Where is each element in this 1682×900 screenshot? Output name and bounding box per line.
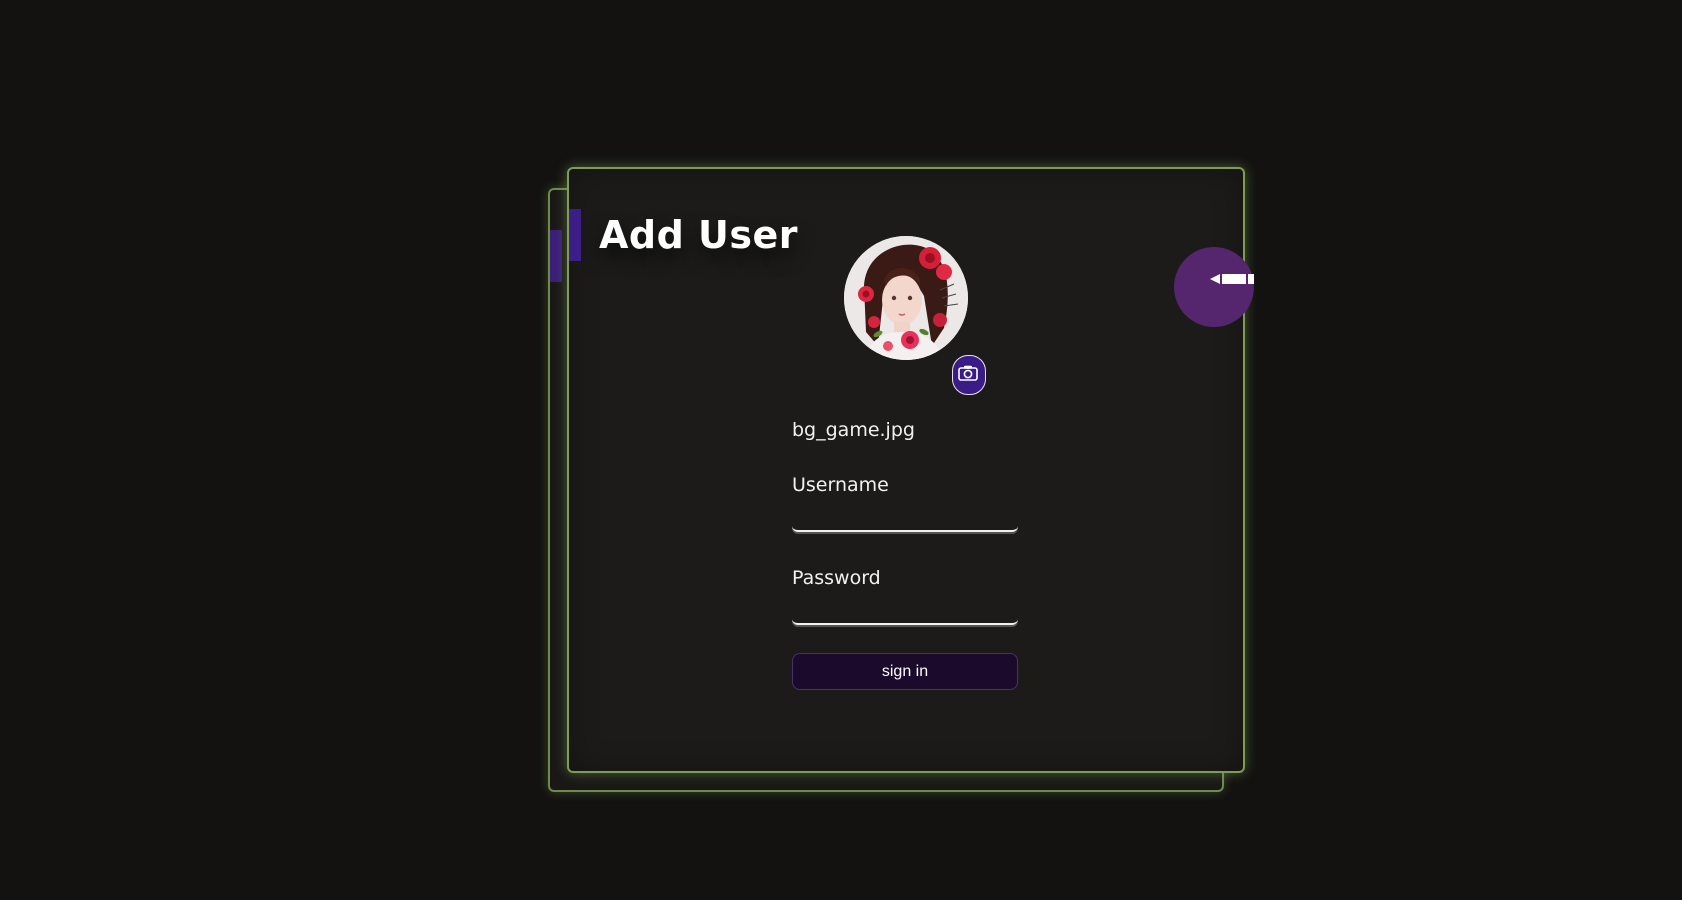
edit-button[interactable] (1174, 247, 1254, 327)
password-label: Password (792, 567, 881, 589)
selected-file-name: bg_game.jpg (792, 419, 915, 441)
page: Add User bg_game.jpg Username Password s… (0, 0, 1682, 900)
portrait-avatar-image (844, 236, 968, 360)
pen-icon (1210, 274, 1254, 284)
username-input[interactable] (792, 504, 1018, 532)
add-user-card: Add User bg_game.jpg Username Password s… (567, 167, 1254, 773)
card-accent-bar (550, 230, 562, 282)
card-accent-bar (569, 209, 581, 261)
camera-icon (958, 365, 978, 381)
add-user-form: bg_game.jpg Username Password sign in (792, 417, 1018, 690)
page-title: Add User (599, 213, 799, 257)
upload-photo-button[interactable] (952, 355, 986, 395)
username-label: Username (792, 474, 889, 496)
password-input[interactable] (792, 597, 1018, 625)
sign-in-button[interactable]: sign in (792, 653, 1018, 690)
avatar (844, 236, 968, 360)
